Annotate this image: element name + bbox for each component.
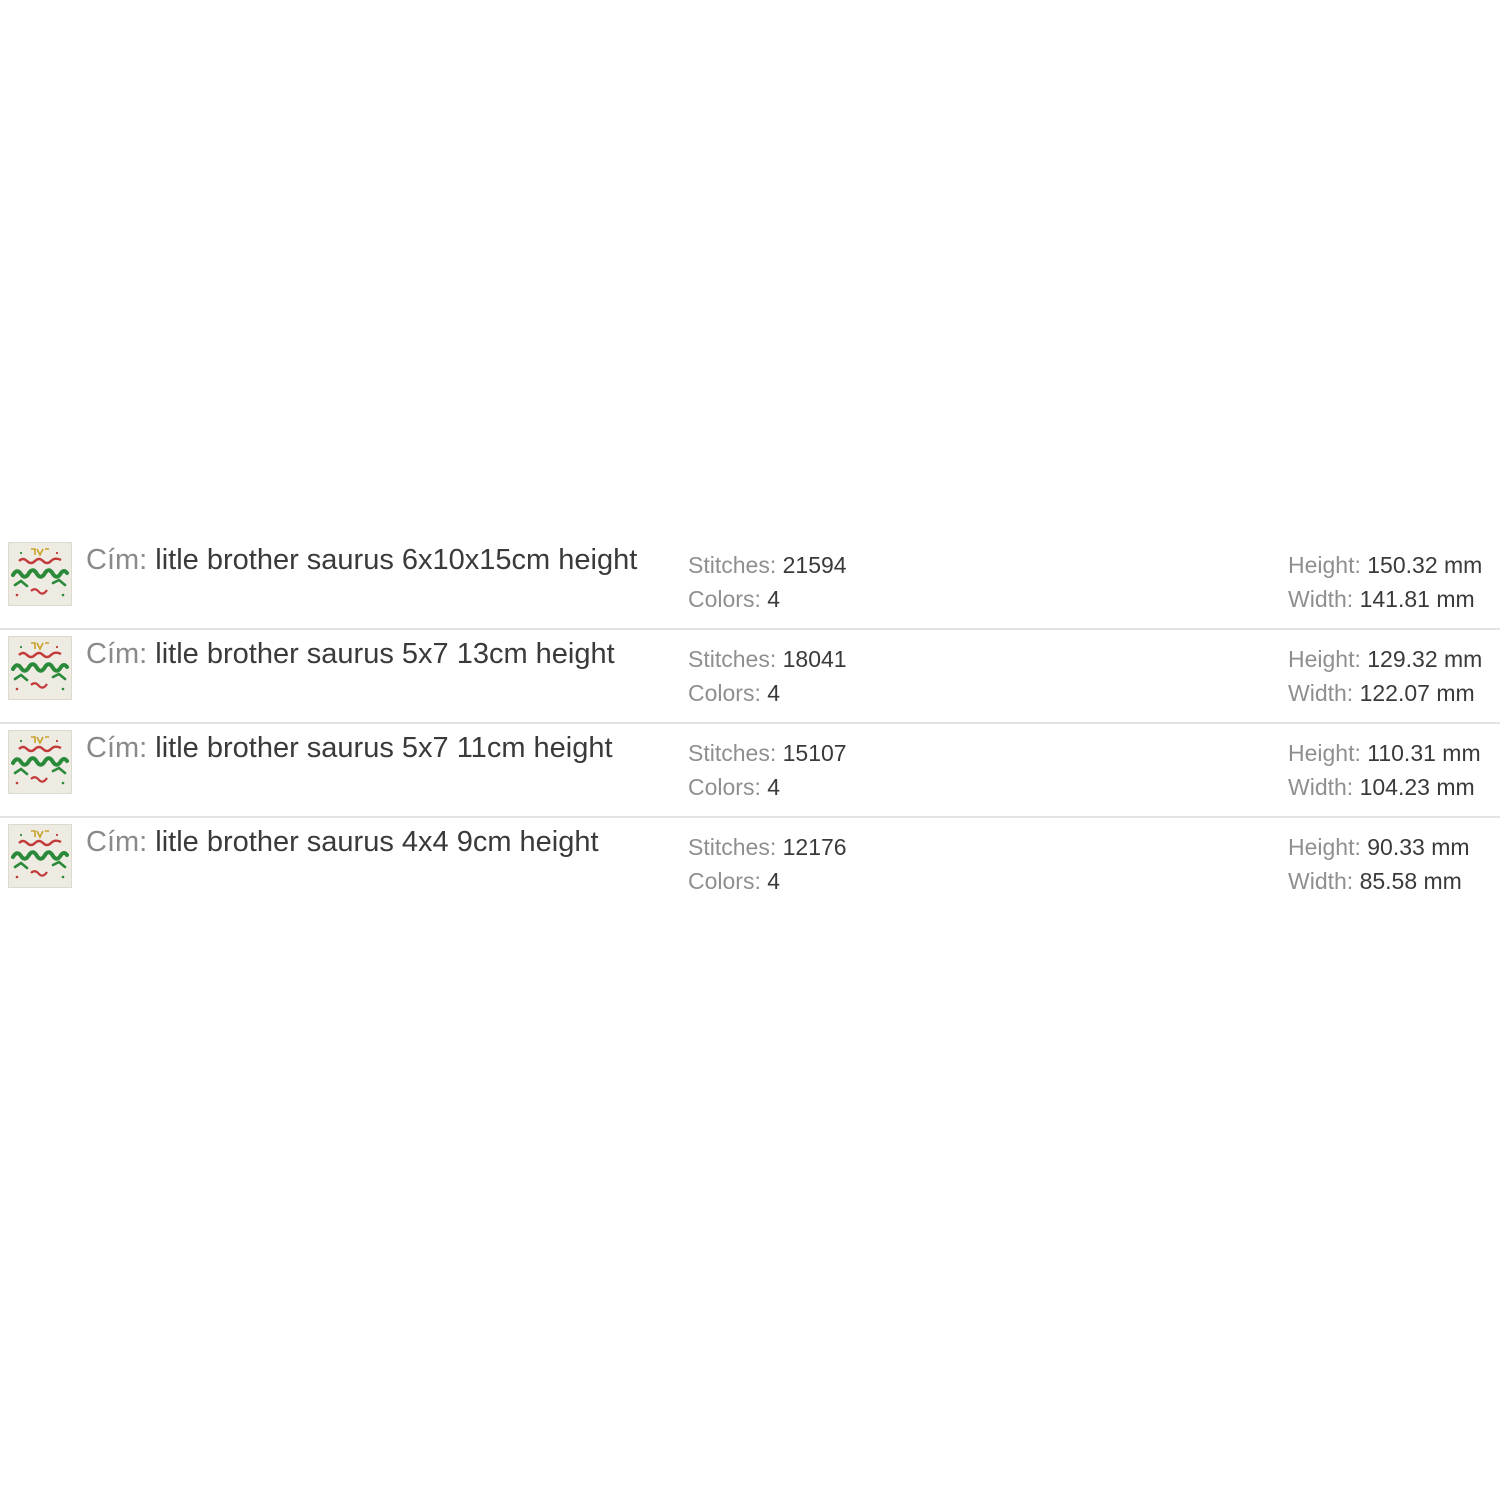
design-name: litle brother saurus 6x10x15cm height (155, 544, 638, 576)
stitches-label: Stitches: (688, 552, 777, 578)
width-label: Width: (1288, 586, 1354, 612)
title-label: Cím: (86, 732, 148, 764)
height-label: Height: (1288, 552, 1361, 578)
design-dimensions: Height: 150.32 mm Width: 141.81 mm (1288, 548, 1482, 616)
design-thumbnail-icon[interactable] (8, 636, 72, 700)
design-row[interactable]: Cím: litle brother saurus 6x10x15cm heig… (0, 536, 1500, 630)
height-value: 90.33 mm (1367, 834, 1470, 860)
height-label: Height: (1288, 740, 1361, 766)
colors-label: Colors: (688, 586, 761, 612)
stitches-value: 15107 (782, 740, 847, 766)
design-row[interactable]: Cím: litle brother saurus 5x7 13cm heigh… (0, 630, 1500, 724)
design-name: litle brother saurus 5x7 13cm height (155, 638, 615, 670)
design-thumbnail-icon[interactable] (8, 824, 72, 888)
title-label: Cím: (86, 826, 148, 858)
height-value: 150.32 mm (1367, 552, 1483, 578)
design-dimensions: Height: 129.32 mm Width: 122.07 mm (1288, 642, 1482, 710)
design-name: litle brother saurus 5x7 11cm height (155, 732, 613, 764)
height-label: Height: (1288, 646, 1361, 672)
width-value: 141.81 mm (1359, 586, 1475, 612)
colors-label: Colors: (688, 868, 761, 894)
width-value: 104.23 mm (1359, 774, 1475, 800)
stitches-value: 18041 (782, 646, 847, 672)
design-thumbnail-icon[interactable] (8, 730, 72, 794)
width-value: 122.07 mm (1359, 680, 1475, 706)
colors-label: Colors: (688, 680, 761, 706)
height-value: 129.32 mm (1367, 646, 1483, 672)
design-row[interactable]: Cím: litle brother saurus 4x4 9cm height… (0, 818, 1500, 912)
title-label: Cím: (86, 544, 148, 576)
design-title[interactable]: Cím: litle brother saurus 5x7 13cm heigh… (86, 636, 615, 672)
colors-value: 4 (767, 774, 781, 800)
title-label: Cím: (86, 638, 148, 670)
design-list: Cím: litle brother saurus 6x10x15cm heig… (0, 536, 1500, 912)
stitches-value: 12176 (782, 834, 847, 860)
design-stats: Stitches: 21594 Colors: 4 (688, 548, 847, 616)
width-label: Width: (1288, 680, 1354, 706)
design-title[interactable]: Cím: litle brother saurus 4x4 9cm height (86, 824, 599, 860)
stitches-value: 21594 (782, 552, 847, 578)
design-row[interactable]: Cím: litle brother saurus 5x7 11cm heigh… (0, 724, 1500, 818)
design-stats: Stitches: 12176 Colors: 4 (688, 830, 847, 898)
design-dimensions: Height: 90.33 mm Width: 85.58 mm (1288, 830, 1470, 898)
colors-label: Colors: (688, 774, 761, 800)
colors-value: 4 (767, 868, 781, 894)
colors-value: 4 (767, 586, 781, 612)
design-stats: Stitches: 18041 Colors: 4 (688, 642, 847, 710)
stitches-label: Stitches: (688, 834, 777, 860)
design-stats: Stitches: 15107 Colors: 4 (688, 736, 847, 804)
stitches-label: Stitches: (688, 646, 777, 672)
design-thumbnail-icon[interactable] (8, 542, 72, 606)
width-label: Width: (1288, 868, 1354, 894)
design-title[interactable]: Cím: litle brother saurus 6x10x15cm heig… (86, 542, 637, 578)
design-title[interactable]: Cím: litle brother saurus 5x7 11cm heigh… (86, 730, 613, 766)
colors-value: 4 (767, 680, 781, 706)
design-name: litle brother saurus 4x4 9cm height (155, 826, 599, 858)
width-label: Width: (1288, 774, 1354, 800)
stitches-label: Stitches: (688, 740, 777, 766)
width-value: 85.58 mm (1359, 868, 1462, 894)
height-label: Height: (1288, 834, 1361, 860)
design-dimensions: Height: 110.31 mm Width: 104.23 mm (1288, 736, 1481, 804)
height-value: 110.31 mm (1367, 740, 1481, 766)
